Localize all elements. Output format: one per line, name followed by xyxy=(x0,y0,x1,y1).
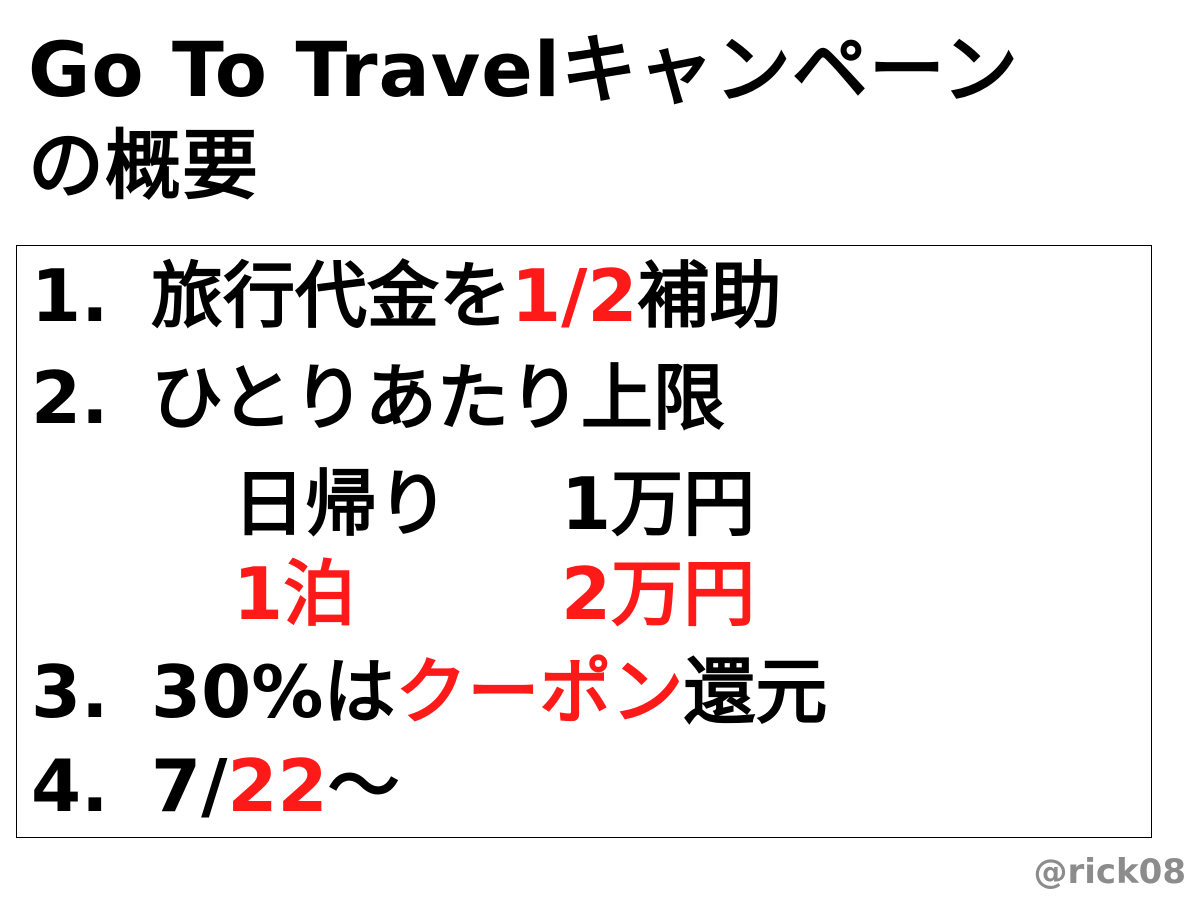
slide-title: Go To Travelキャンペーン の概要 xyxy=(28,22,1178,214)
item-text-part: 旅行代金を xyxy=(151,254,512,338)
limit-label-overnight: 1泊 xyxy=(233,552,356,636)
list-item-4: 4. 7/22〜 xyxy=(31,738,400,834)
item-number: 4. xyxy=(31,744,109,828)
item-text-part: 7/ xyxy=(151,744,228,828)
list-item-1: 1. 旅行代金を1/2補助 xyxy=(31,248,782,344)
limit-label-day-trip: 日帰り xyxy=(233,462,450,546)
item-highlight: 1/2 xyxy=(511,254,638,338)
item-highlight: クーポン xyxy=(395,650,684,734)
limit-amount-day-trip: 1万円 xyxy=(561,462,756,546)
title-line-2: の概要 xyxy=(28,121,259,210)
item-number: 2. xyxy=(31,356,109,440)
list-item-2: 2. ひとりあたり上限 xyxy=(31,350,725,446)
list-item-3: 3. 30%はクーポン還元 xyxy=(31,644,827,740)
summary-box: 1. 旅行代金を1/2補助 2. ひとりあたり上限 日帰り 1万円 1泊 2万円 3… xyxy=(16,245,1152,838)
item-number: 1. xyxy=(31,254,109,338)
limit-amount-overnight: 2万円 xyxy=(561,552,756,636)
item-text-part: 補助 xyxy=(637,254,782,338)
title-line-1: Go To Travelキャンペーン xyxy=(28,25,1020,114)
item-text-part: 30%は xyxy=(151,650,396,734)
item-text-part: 還元 xyxy=(683,650,828,734)
item-text-part: ひとりあたり上限 xyxy=(151,356,725,440)
item-number: 3. xyxy=(31,650,109,734)
item-text-part: 〜 xyxy=(327,744,400,828)
item-highlight: 22 xyxy=(227,744,328,828)
author-watermark: @rick08 xyxy=(1033,852,1186,892)
